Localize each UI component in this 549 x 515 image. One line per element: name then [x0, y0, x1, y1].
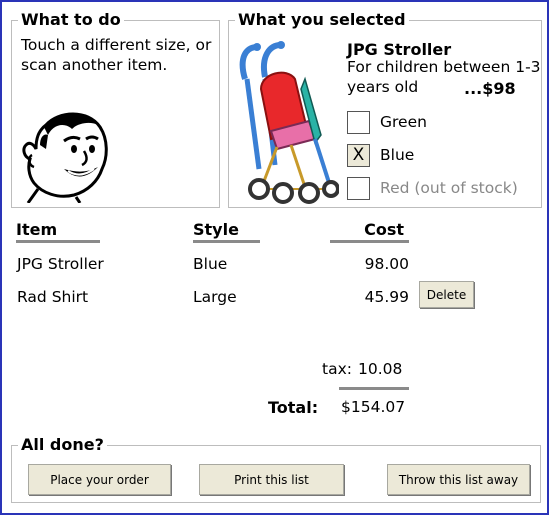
- stroller-icon: [239, 41, 339, 204]
- row-2-item: Rad Shirt: [17, 288, 89, 306]
- cost-column-header: Cost: [364, 220, 404, 239]
- total-divider: [339, 387, 409, 390]
- tax-label: tax:: [322, 360, 352, 378]
- instructions-text: Touch a different size, or scan another …: [21, 36, 212, 74]
- place-order-button[interactable]: Place your order: [28, 464, 171, 495]
- print-list-button[interactable]: Print this list: [199, 464, 344, 495]
- what-you-selected-panel: What you selected JPG Stroller For child…: [228, 10, 542, 208]
- green-option-label: Green: [380, 113, 427, 131]
- cost-header-underline: [330, 240, 409, 243]
- kiosk-window: What to do Touch a different size, or sc…: [0, 0, 549, 515]
- color-option-blue[interactable]: X Blue: [347, 143, 414, 167]
- delete-button[interactable]: Delete: [419, 281, 474, 308]
- red-checkbox: [347, 176, 370, 200]
- total-value: $154.07: [341, 398, 406, 416]
- total-label: Total:: [268, 398, 319, 417]
- green-checkbox[interactable]: [347, 110, 370, 134]
- color-option-green[interactable]: Green: [347, 110, 427, 134]
- tax-value: 10.08: [358, 360, 403, 378]
- what-to-do-panel: What to do Touch a different size, or sc…: [11, 10, 220, 208]
- row-2-style: Large: [193, 288, 237, 306]
- color-option-red: Red (out of stock): [347, 176, 518, 200]
- throw-list-away-button[interactable]: Throw this list away: [387, 464, 530, 495]
- item-header-underline: [16, 240, 100, 243]
- row-1-style: Blue: [193, 255, 228, 273]
- smiling-man-face-icon: [22, 112, 108, 203]
- all-done-title: All done?: [18, 435, 107, 455]
- style-header-underline: [193, 240, 260, 243]
- what-you-selected-title: What you selected: [235, 10, 409, 30]
- what-to-do-title: What to do: [18, 10, 124, 30]
- blue-option-label: Blue: [380, 146, 415, 164]
- red-option-label: Red (out of stock): [380, 179, 518, 197]
- product-price: ...$98: [464, 79, 516, 98]
- style-column-header: Style: [193, 220, 239, 239]
- item-column-header: Item: [16, 220, 58, 239]
- row-1-item: JPG Stroller: [17, 255, 104, 273]
- row-2-cost: 45.99: [364, 288, 409, 306]
- blue-checkbox[interactable]: X: [347, 143, 370, 167]
- row-1-cost: 98.00: [364, 255, 409, 273]
